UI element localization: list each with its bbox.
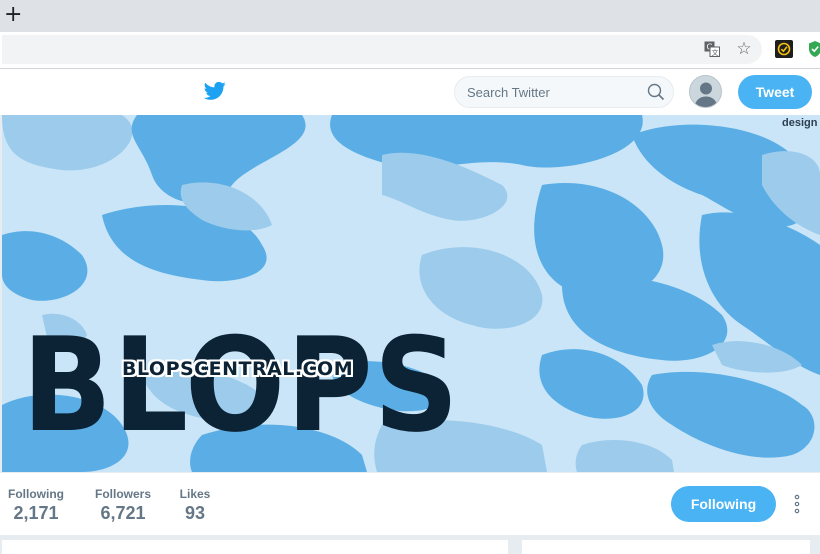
extension-icon[interactable] (775, 40, 793, 58)
new-tab-button[interactable]: + (4, 3, 22, 27)
svg-text:文: 文 (712, 48, 719, 57)
timeline-panel (2, 540, 508, 554)
following-label: Following (8, 487, 64, 501)
followers-label: Followers (94, 487, 151, 501)
translate-icon[interactable]: G文 (703, 40, 721, 58)
following-stat[interactable]: Following 2,171 (7, 487, 65, 524)
bookmark-star-icon[interactable]: ☆ (735, 39, 753, 59)
profile-banner[interactable]: BLOPS BLOPSCENTRAL.COM design (2, 115, 820, 472)
following-count: 2,171 (13, 503, 59, 523)
followers-count: 6,721 (100, 503, 146, 523)
likes-count: 93 (184, 503, 206, 523)
shield-extension-icon[interactable] (806, 40, 820, 58)
search-box (454, 76, 674, 108)
banner-title: BLOPS (22, 309, 460, 461)
search-icon[interactable] (647, 83, 665, 101)
banner-credit: design (782, 117, 818, 129)
twitter-header: Tweet (0, 69, 820, 116)
tweet-button[interactable]: Tweet (738, 75, 812, 109)
likes-stat[interactable]: Likes 93 (178, 487, 212, 524)
search-input[interactable] (467, 83, 637, 101)
address-bar[interactable] (2, 35, 762, 64)
profile-nav: Following 2,171 Followers 6,721 Likes 93… (0, 472, 820, 535)
following-button[interactable]: Following (671, 486, 776, 522)
twitter-bird-icon[interactable] (203, 81, 226, 101)
likes-label: Likes (179, 487, 211, 501)
more-options-icon[interactable] (793, 494, 801, 514)
followers-stat[interactable]: Followers 6,721 (94, 487, 152, 524)
sidebar-panel (522, 540, 810, 554)
banner-url: BLOPSCENTRAL.COM (122, 358, 354, 380)
browser-tab-strip: + (0, 0, 820, 32)
user-avatar[interactable] (689, 75, 722, 108)
browser-toolbar: G文 ☆ (0, 32, 820, 68)
